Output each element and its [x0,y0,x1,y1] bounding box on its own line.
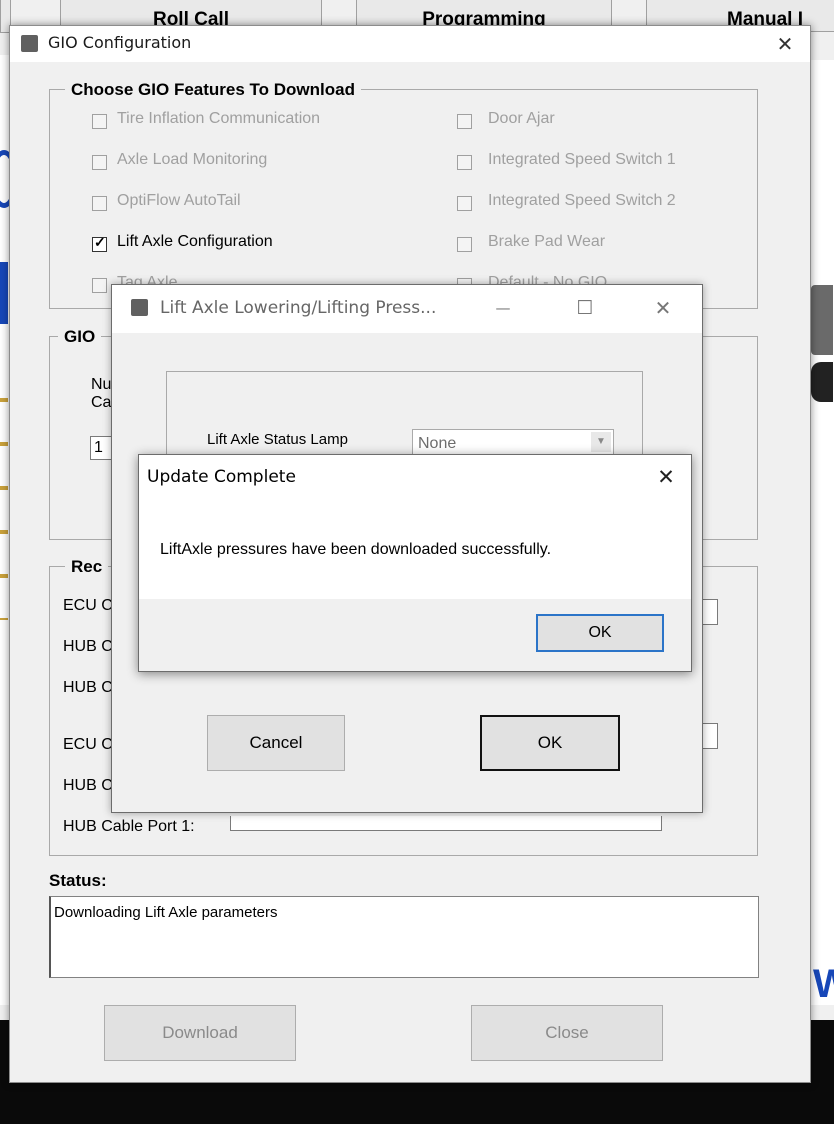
message-box-close-button[interactable]: ✕ [641,455,691,499]
message-ok-button[interactable]: OK [536,614,664,652]
cancel-button[interactable]: Cancel [207,715,345,771]
lift-dialog-close-button[interactable]: ✕ [640,285,686,333]
lift-dialog-title: Lift Axle Lowering/Lifting Press... [160,298,437,318]
checkbox-label: Integrated Speed Switch 1 [488,151,676,168]
checkbox[interactable] [92,114,107,129]
chevron-down-icon[interactable]: ▼ [591,432,611,452]
checkbox-label: OptiFlow AutoTail [117,192,241,209]
checkbox-label: Brake Pad Wear [488,233,606,250]
background-row-markers [0,380,8,620]
window-close-button[interactable]: ✕ [762,26,808,62]
gio-count-label: Nu Ca [91,376,111,412]
lift-dialog-title-bar: Lift Axle Lowering/Lifting Press... — ☐ … [112,285,702,333]
background-device-image-base [811,362,833,402]
checkbox-label: Lift Axle Configuration [117,233,273,250]
message-box-title: Update Complete [147,467,296,487]
background-letter: W [813,962,834,1006]
gio-legend: GIO [58,327,102,347]
status-label: Status: [49,871,107,890]
rec-row-label: HUB C [63,777,113,794]
rec-row-label: HUB C [63,679,113,696]
gio-count-label-line: Nu [91,376,112,393]
checkbox-label: Integrated Speed Switch 2 [488,192,676,209]
checkbox[interactable] [457,114,472,129]
background-right-strip [809,60,834,1005]
rec-row-label: HUB C [63,638,113,655]
minimize-button[interactable]: — [480,285,526,333]
checkbox[interactable] [457,237,472,252]
maximize-button[interactable]: ☐ [562,285,608,333]
window-title: GIO Configuration [48,33,192,52]
checkbox-label: Axle Load Monitoring [117,151,268,168]
lamp-select[interactable]: None ▼ [412,429,614,457]
message-text: LiftAxle pressures have been downloaded … [160,541,552,558]
checkbox[interactable] [92,196,107,211]
rec-row-label: ECU C [63,597,113,614]
status-box: Downloading Lift Axle parameters [49,896,759,978]
checkbox-checked[interactable] [92,234,107,252]
checkbox[interactable] [457,196,472,211]
download-button[interactable]: Download [104,1005,296,1061]
rec-row-label: HUB Cable Port 1: [63,818,195,835]
lamp-label: Lift Axle Status Lamp [207,431,348,448]
hub-cable-port-field[interactable] [230,816,662,831]
background-device-image [811,285,833,355]
status-text: Downloading Lift Axle parameters [54,904,278,921]
gio-count-label-line: Ca [91,394,112,411]
background-logo-fragment [0,262,8,324]
checkbox[interactable] [92,278,107,293]
title-bar: GIO Configuration ✕ [10,26,810,62]
app-icon [131,299,148,316]
close-button[interactable]: Close [471,1005,663,1061]
lamp-select-value: None [418,435,457,452]
app-icon [21,35,38,52]
checkbox-label: Tire Inflation Communication [117,110,321,127]
rec-row-label: ECU C [63,736,113,753]
ok-button[interactable]: OK [480,715,620,771]
checkbox-label: Door Ajar [488,110,555,127]
rec-legend: Rec [65,557,109,577]
checkbox[interactable] [92,155,107,170]
message-box-footer: OK [139,599,691,671]
checkbox[interactable] [457,155,472,170]
features-legend: Choose GIO Features To Download [65,80,361,100]
update-complete-dialog: Update Complete ✕ LiftAxle pressures hav… [138,454,692,672]
